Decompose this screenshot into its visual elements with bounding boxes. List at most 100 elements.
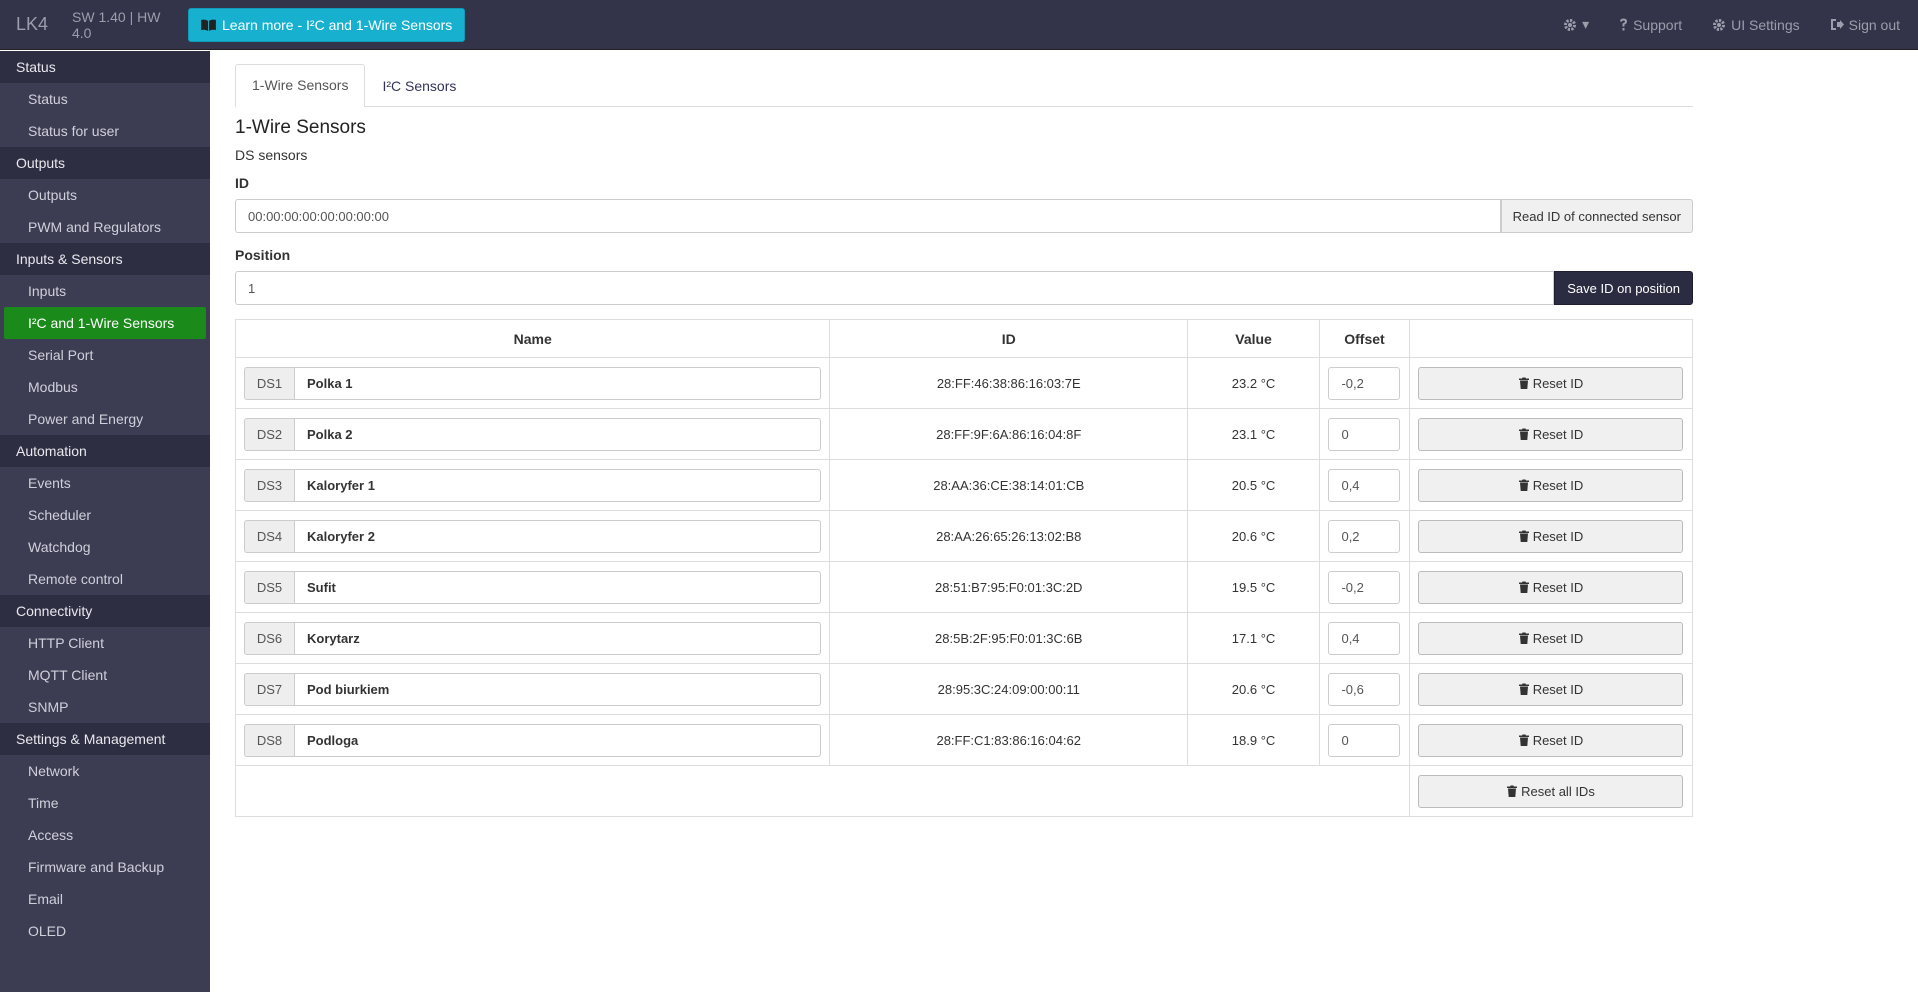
- sidebar-item[interactable]: I²C and 1-Wire Sensors: [4, 307, 206, 339]
- sensor-id-cell: 28:FF:46:38:86:16:03:7E: [829, 357, 1189, 409]
- sensor-name-input[interactable]: Korytarz: [295, 621, 822, 655]
- offset-input[interactable]: -0,2: [1328, 570, 1401, 604]
- sidebar-item[interactable]: Network: [0, 755, 210, 787]
- offset-input[interactable]: 0,4: [1328, 468, 1401, 502]
- sidebar-item[interactable]: Status: [0, 83, 210, 115]
- action-cell: Reset ID: [1408, 510, 1694, 562]
- offset-input[interactable]: 0: [1328, 417, 1401, 451]
- id-input[interactable]: [235, 199, 1501, 233]
- sidebar-item[interactable]: Watchdog: [0, 531, 210, 563]
- slot-label: DS8: [244, 723, 295, 757]
- sidebar-group-header[interactable]: Connectivity: [0, 595, 210, 627]
- sidebar-item[interactable]: Events: [0, 467, 210, 499]
- empty-cell: [235, 765, 1410, 817]
- trash-icon: [1518, 683, 1529, 695]
- name-cell: DS5 Sufit: [234, 561, 831, 613]
- learn-more-button[interactable]: Learn more - I²C and 1-Wire Sensors: [188, 7, 466, 42]
- support-link[interactable]: Support: [1619, 17, 1682, 33]
- brand-logo[interactable]: LK4: [0, 14, 62, 35]
- reset-all-ids-button[interactable]: Reset all IDs: [1418, 774, 1684, 808]
- tab-i2c-sensors[interactable]: I²C Sensors: [365, 65, 473, 107]
- sign-out-icon: [1830, 19, 1844, 30]
- sidebar-item[interactable]: MQTT Client: [0, 659, 210, 691]
- sign-out-label: Sign out: [1848, 16, 1900, 33]
- sidebar-group-header[interactable]: Settings & Management: [0, 723, 210, 755]
- sidebar-item[interactable]: Email: [0, 883, 210, 915]
- slot-label: DS7: [244, 672, 295, 706]
- save-id-button[interactable]: Save ID on position: [1554, 271, 1693, 305]
- book-icon: [201, 19, 216, 31]
- position-input[interactable]: [235, 271, 1555, 305]
- reset-id-button[interactable]: Reset ID: [1418, 417, 1684, 451]
- sidebar-item[interactable]: Outputs: [0, 179, 210, 211]
- sidebar-group-header[interactable]: Status: [0, 51, 210, 83]
- sidebar-item[interactable]: Serial Port: [0, 339, 210, 371]
- sidebar-group-header[interactable]: Automation: [0, 435, 210, 467]
- offset-input[interactable]: 0,4: [1328, 621, 1401, 655]
- name-cell: DS2 Polka 2: [234, 408, 831, 460]
- ui-settings-link[interactable]: UI Settings: [1712, 17, 1800, 33]
- sign-out-link[interactable]: Sign out: [1830, 17, 1900, 33]
- sidebar-item[interactable]: OLED: [0, 915, 210, 947]
- trash-icon: [1518, 632, 1529, 644]
- sensor-name-input[interactable]: Pod biurkiem: [295, 672, 822, 706]
- offset-cell: 0,4: [1318, 612, 1410, 664]
- sidebar-item[interactable]: Power and Energy: [0, 403, 210, 435]
- sidebar-item[interactable]: SNMP: [0, 691, 210, 723]
- sensor-name-input[interactable]: Podloga: [295, 723, 822, 757]
- sidebar-item[interactable]: Modbus: [0, 371, 210, 403]
- table-row: DS3 Kaloryfer 1 28:AA:36:CE:38:14:01:CB 20.…: [234, 459, 1694, 511]
- sidebar-item[interactable]: Firmware and Backup: [0, 851, 210, 883]
- gear-dropdown[interactable]: ▾: [1563, 16, 1589, 33]
- sensor-name-input[interactable]: Kaloryfer 1: [295, 468, 822, 502]
- read-id-button[interactable]: Read ID of connected sensor: [1500, 199, 1693, 233]
- reset-id-button[interactable]: Reset ID: [1418, 621, 1684, 655]
- sensor-id-cell: 28:FF:C1:83:86:16:04:62: [829, 714, 1189, 766]
- offset-input[interactable]: 0: [1328, 723, 1401, 757]
- sidebar-item[interactable]: Status for user: [0, 115, 210, 147]
- sensor-name-input[interactable]: Kaloryfer 2: [295, 519, 822, 553]
- offset-input[interactable]: 0,2: [1328, 519, 1401, 553]
- sidebar-item[interactable]: PWM and Regulators: [0, 211, 210, 243]
- name-input-group: DS6 Korytarz: [244, 621, 822, 655]
- slot-label: DS3: [244, 468, 295, 502]
- question-icon: [1620, 18, 1628, 31]
- reset-id-label: Reset ID: [1532, 477, 1584, 493]
- reset-id-button[interactable]: Reset ID: [1418, 366, 1684, 400]
- sidebar-group-header[interactable]: Outputs: [0, 147, 210, 179]
- offset-input[interactable]: -0,6: [1328, 672, 1401, 706]
- tab-1wire-sensors[interactable]: 1-Wire Sensors: [235, 64, 366, 107]
- gear-icon: [1713, 18, 1726, 31]
- table-row: DS4 Kaloryfer 2 28:AA:26:65:26:13:02:B8 20.…: [234, 510, 1694, 562]
- offset-input[interactable]: -0,2: [1328, 366, 1401, 400]
- offset-cell: -0,6: [1318, 663, 1410, 715]
- reset-id-label: Reset ID: [1532, 630, 1584, 646]
- id-label: ID: [235, 175, 249, 191]
- name-cell: DS7 Pod biurkiem: [234, 663, 831, 715]
- sidebar-item[interactable]: Time: [0, 787, 210, 819]
- offset-cell: 0,4: [1318, 459, 1410, 511]
- sidebar-group-header[interactable]: Inputs & Sensors: [0, 243, 210, 275]
- reset-id-button[interactable]: Reset ID: [1418, 723, 1684, 757]
- sensor-value-cell: 20.5 °C: [1187, 459, 1320, 511]
- sensor-name-input[interactable]: Polka 2: [295, 417, 822, 451]
- sidebar-item[interactable]: Remote control: [0, 563, 210, 595]
- reset-id-button[interactable]: Reset ID: [1418, 672, 1684, 706]
- name-input-group: DS2 Polka 2: [244, 417, 822, 451]
- offset-cell: -0,2: [1318, 561, 1410, 613]
- reset-id-button[interactable]: Reset ID: [1418, 570, 1684, 604]
- reset-id-button[interactable]: Reset ID: [1418, 468, 1684, 502]
- reset-id-button[interactable]: Reset ID: [1418, 519, 1684, 553]
- column-header-offset: Offset: [1318, 319, 1410, 358]
- sensor-value-cell: 17.1 °C: [1187, 612, 1320, 664]
- sidebar-item[interactable]: Scheduler: [0, 499, 210, 531]
- table-row: DS5 Sufit 28:51:B7:95:F0:01:3C:2D 19.5 °C -0…: [234, 561, 1694, 613]
- trash-icon: [1518, 377, 1529, 389]
- sensor-name-input[interactable]: Sufit: [295, 570, 822, 604]
- action-cell: Reset ID: [1408, 357, 1694, 409]
- name-input-group: DS8 Podloga: [244, 723, 822, 757]
- sidebar-item[interactable]: Inputs: [0, 275, 210, 307]
- sidebar-item[interactable]: HTTP Client: [0, 627, 210, 659]
- sidebar-item[interactable]: Access: [0, 819, 210, 851]
- sensor-name-input[interactable]: Polka 1: [295, 366, 822, 400]
